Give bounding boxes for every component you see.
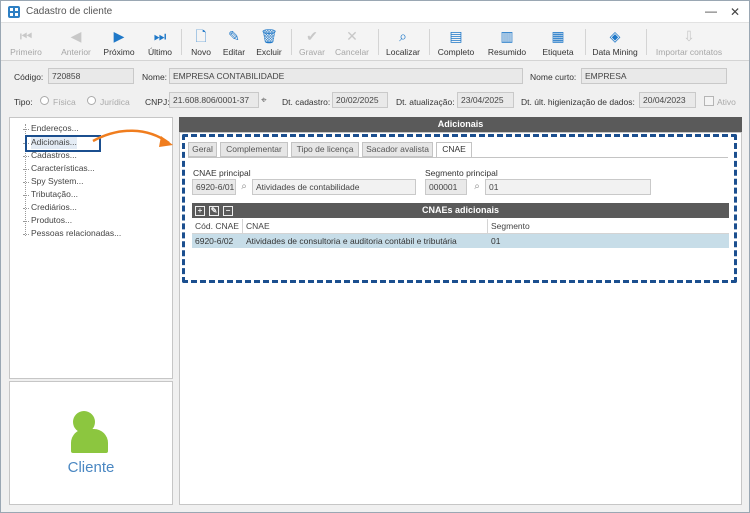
edit-label: Editar bbox=[222, 47, 246, 57]
find-label: Localizar bbox=[385, 47, 421, 57]
codigo-field[interactable]: 720858 bbox=[48, 68, 134, 84]
client-type-label: Cliente bbox=[67, 459, 115, 476]
new-label: Novo bbox=[191, 47, 211, 57]
toolbar-separator bbox=[181, 29, 182, 55]
summary-report-icon: ▥ bbox=[500, 28, 514, 44]
fingerprint-icon[interactable]: ⌖ bbox=[261, 95, 267, 106]
tree-item-caracteristicas[interactable]: Características... bbox=[23, 163, 95, 175]
summary-report-label: Resumido bbox=[487, 47, 527, 57]
toolbar-separator bbox=[378, 29, 379, 55]
toolbar-separator bbox=[429, 29, 430, 55]
tree-item-enderecos[interactable]: Endereços... bbox=[23, 123, 79, 135]
last-icon: ⏭ bbox=[153, 28, 167, 44]
edit-icon: ✎ bbox=[228, 28, 240, 44]
data-mining-button[interactable]: ◈ Data Mining bbox=[588, 25, 642, 59]
ativo-label: Ativo bbox=[717, 97, 736, 107]
toolbar-separator bbox=[585, 29, 586, 55]
dt-cadastro-field[interactable]: 20/02/2025 bbox=[332, 92, 388, 108]
section-tree: Endereços... Adicionais... Cadastros... … bbox=[9, 117, 173, 379]
new-button[interactable]: 🗋 Novo bbox=[187, 25, 215, 59]
data-mining-icon: ◈ bbox=[609, 28, 621, 44]
first-label: Primeiro bbox=[10, 47, 42, 57]
full-report-icon: ▤ bbox=[449, 28, 463, 44]
app-icon bbox=[8, 6, 20, 18]
dt-higienizacao-field[interactable]: 20/04/2023 bbox=[639, 92, 696, 108]
cnpj-label: CNPJ: bbox=[145, 97, 170, 107]
data-mining-label: Data Mining bbox=[592, 47, 638, 57]
codigo-label: Código: bbox=[14, 72, 44, 82]
tipo-juridica-radio[interactable] bbox=[87, 96, 96, 105]
cnae-highlight-box bbox=[182, 134, 737, 283]
dt-atualizacao-label: Dt. atualização: bbox=[396, 97, 455, 107]
tipo-fisica-label: Física bbox=[53, 97, 76, 107]
import-contacts-icon: ⇩ bbox=[683, 28, 695, 44]
save-button[interactable]: ✔ Gravar bbox=[295, 25, 329, 59]
save-icon: ✔ bbox=[306, 28, 318, 44]
label-print-label: Etiqueta bbox=[542, 47, 574, 57]
next-button[interactable]: ▶ Próximo bbox=[99, 25, 139, 59]
tree-item-tributacao[interactable]: Tributação... bbox=[23, 189, 78, 201]
edit-button[interactable]: ✎ Editar bbox=[220, 25, 248, 59]
toolbar-separator bbox=[291, 29, 292, 55]
callout-arrow bbox=[92, 129, 173, 147]
delete-label: Excluir bbox=[256, 47, 282, 57]
client-registration-window: Cadastro de cliente — ✕ ⏮ Primeiro ◀ Anter… bbox=[0, 0, 750, 513]
save-label: Gravar bbox=[299, 47, 325, 57]
summary-report-button[interactable]: ▥ Resumido bbox=[484, 25, 530, 59]
previous-label: Anterior bbox=[61, 47, 91, 57]
find-button[interactable]: ⌕ Localizar bbox=[382, 25, 424, 59]
cancel-icon: ✕ bbox=[346, 28, 358, 44]
label-print-button[interactable]: ▦ Etiqueta bbox=[536, 25, 580, 59]
dt-atualizacao-field[interactable]: 23/04/2025 bbox=[457, 92, 514, 108]
nome-label: Nome: bbox=[142, 72, 168, 82]
person-icon-body bbox=[71, 429, 108, 453]
close-button[interactable]: ✕ bbox=[727, 4, 743, 20]
tree-item-pessoas-relacionadas[interactable]: Pessoas relacionadas... bbox=[22, 228, 121, 240]
nome-field[interactable]: EMPRESA CONTABILIDADE bbox=[169, 68, 523, 84]
nome-curto-label: Nome curto: bbox=[530, 72, 577, 82]
dt-higienizacao-label: Dt. últ. higienização de dados: bbox=[521, 97, 635, 107]
tipo-label: Tipo: bbox=[14, 97, 33, 107]
delete-icon: 🗑 bbox=[260, 28, 278, 44]
label-print-icon: ▦ bbox=[551, 28, 565, 44]
cancel-label: Cancelar bbox=[334, 47, 370, 57]
new-icon: 🗋 bbox=[195, 28, 207, 44]
tipo-fisica-radio[interactable] bbox=[40, 96, 49, 105]
panel-title: Adicionais bbox=[179, 117, 742, 132]
ativo-checkbox[interactable] bbox=[704, 96, 714, 106]
tipo-juridica-label: Jurídica bbox=[100, 97, 130, 107]
dt-cadastro-label: Dt. cadastro: bbox=[282, 97, 331, 107]
first-icon: ⏮ bbox=[19, 28, 33, 44]
import-contacts-button[interactable]: ⇩ Importar contatos bbox=[651, 25, 727, 59]
tree-item-spy-system[interactable]: Spy System... bbox=[22, 176, 83, 188]
next-label: Próximo bbox=[103, 47, 135, 57]
first-button[interactable]: ⏮ Primeiro bbox=[7, 25, 45, 59]
previous-icon: ◀ bbox=[70, 28, 82, 44]
nome-curto-field[interactable]: EMPRESA bbox=[581, 68, 727, 84]
toolbar-separator bbox=[646, 29, 647, 55]
delete-button[interactable]: 🗑 Excluir bbox=[253, 25, 285, 59]
tree-item-produtos[interactable]: Produtos... bbox=[22, 215, 72, 227]
toolbar: ⏮ Primeiro ◀ Anterior ▶ Próximo ⏭ Último 🗋 No… bbox=[1, 23, 749, 61]
full-report-button[interactable]: ▤ Completo bbox=[433, 25, 479, 59]
previous-button[interactable]: ◀ Anterior bbox=[56, 25, 96, 59]
last-button[interactable]: ⏭ Último bbox=[142, 25, 178, 59]
selected-item-highlight bbox=[25, 135, 101, 152]
full-report-label: Completo bbox=[437, 47, 475, 57]
next-icon: ▶ bbox=[113, 28, 125, 44]
cnpj-field[interactable]: 21.608.806/0001-37 bbox=[169, 92, 259, 108]
last-label: Último bbox=[147, 47, 173, 57]
tree-item-crediarios[interactable]: Crediários... bbox=[23, 202, 77, 214]
cancel-button[interactable]: ✕ Cancelar bbox=[332, 25, 372, 59]
import-contacts-label: Importar contatos bbox=[655, 47, 723, 57]
minimize-button[interactable]: — bbox=[703, 4, 719, 20]
title-bar: Cadastro de cliente — ✕ bbox=[1, 1, 749, 23]
window-title: Cadastro de cliente bbox=[26, 6, 113, 17]
find-icon: ⌕ bbox=[399, 28, 407, 44]
